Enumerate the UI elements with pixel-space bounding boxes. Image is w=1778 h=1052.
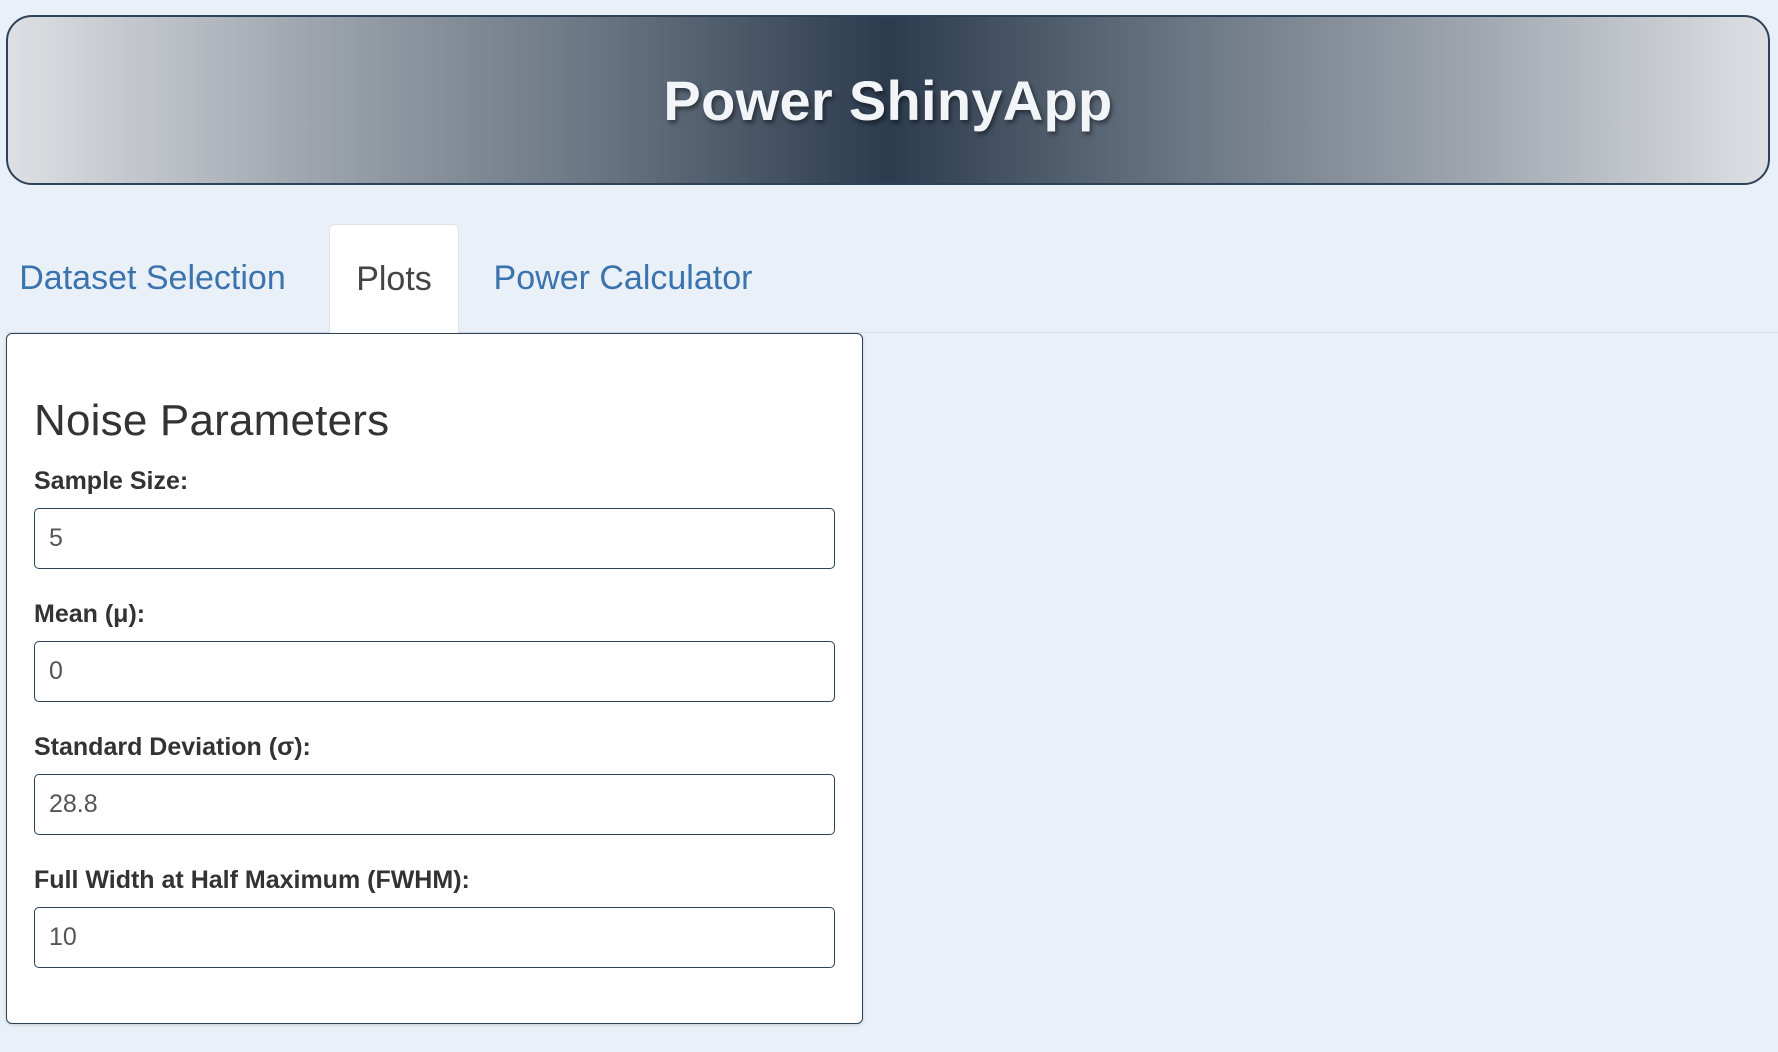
mean-label: Mean (μ):	[34, 600, 146, 628]
tab-power-calculator[interactable]: Power Calculator	[478, 224, 768, 333]
tab-dataset-selection-label: Dataset Selection	[19, 259, 286, 297]
app-header: Power ShinyApp	[6, 15, 1770, 185]
tab-plots[interactable]: Plots	[329, 224, 459, 334]
tab-plots-label: Plots	[356, 260, 432, 298]
noise-parameters-panel: Noise Parameters Sample Size: Mean (μ): …	[6, 333, 863, 1024]
standard-deviation-label: Standard Deviation (σ):	[34, 733, 311, 761]
fwhm-input[interactable]	[34, 907, 835, 968]
sample-size-label: Sample Size:	[34, 467, 189, 495]
tab-bar: Dataset Selection Plots Power Calculator	[6, 224, 1778, 334]
sample-size-input[interactable]	[34, 508, 835, 569]
app-title: Power ShinyApp	[663, 68, 1113, 132]
mean-input[interactable]	[34, 641, 835, 702]
tab-power-calculator-label: Power Calculator	[493, 259, 753, 297]
fwhm-label: Full Width at Half Maximum (FWHM):	[34, 866, 470, 894]
standard-deviation-input[interactable]	[34, 774, 835, 835]
panel-title: Noise Parameters	[34, 396, 390, 445]
tab-dataset-selection[interactable]: Dataset Selection	[6, 224, 299, 333]
